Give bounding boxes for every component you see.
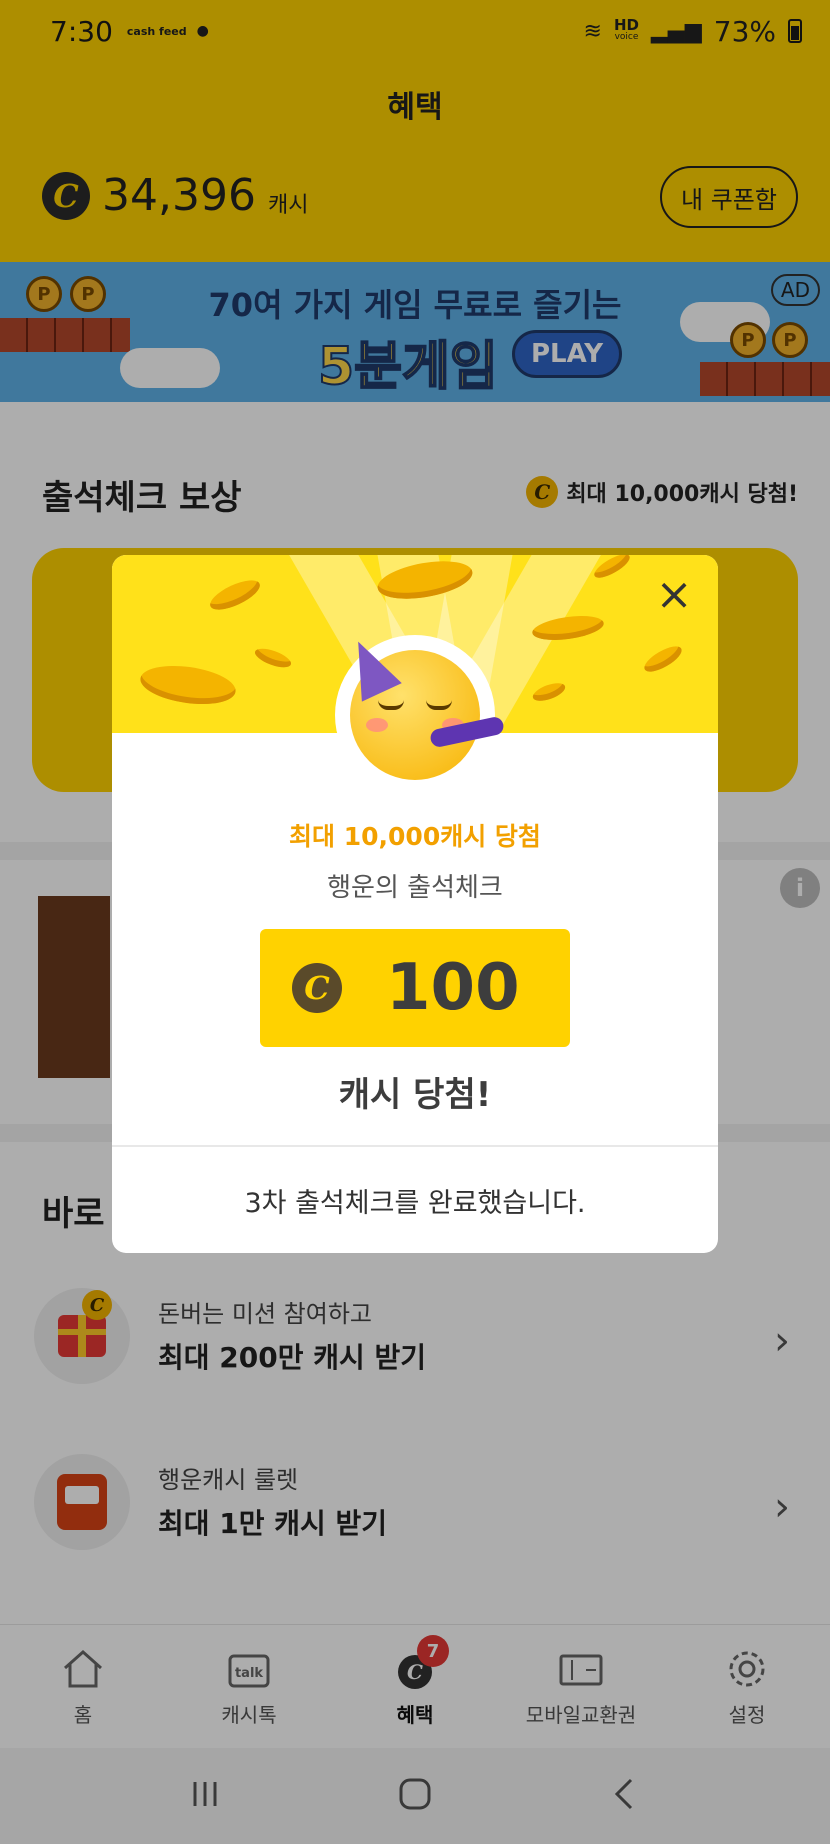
emoji-eye (426, 700, 452, 710)
cash-won-label: 캐시 당첨! (338, 1075, 492, 1115)
attendance-result-modal: × 최대 10,000캐시 당첨 행운의 출석체크 C 100 캐시 당첨! 3… (112, 555, 718, 1253)
cash-coin-icon: C (292, 963, 342, 1013)
gold-coin-decoration (640, 641, 686, 677)
close-icon[interactable]: × (652, 573, 696, 619)
lucky-attendance-label: 행운의 출석체크 (327, 873, 503, 903)
gold-coin-decoration (530, 679, 568, 705)
gold-coin-decoration (137, 660, 239, 710)
gold-coin-decoration (252, 644, 294, 672)
emoji-eye (378, 700, 404, 710)
completion-message: 3차 출석체크를 완료했습니다. (244, 1188, 586, 1219)
max-reward-label: 최대 10,000캐시 당첨 (289, 822, 541, 851)
prize-amount-box: C 100 (260, 929, 570, 1047)
modal-divider (112, 1145, 718, 1147)
emoji-cheek (366, 718, 388, 732)
prize-amount: 100 (386, 951, 520, 1025)
gold-coin-decoration (206, 574, 264, 616)
